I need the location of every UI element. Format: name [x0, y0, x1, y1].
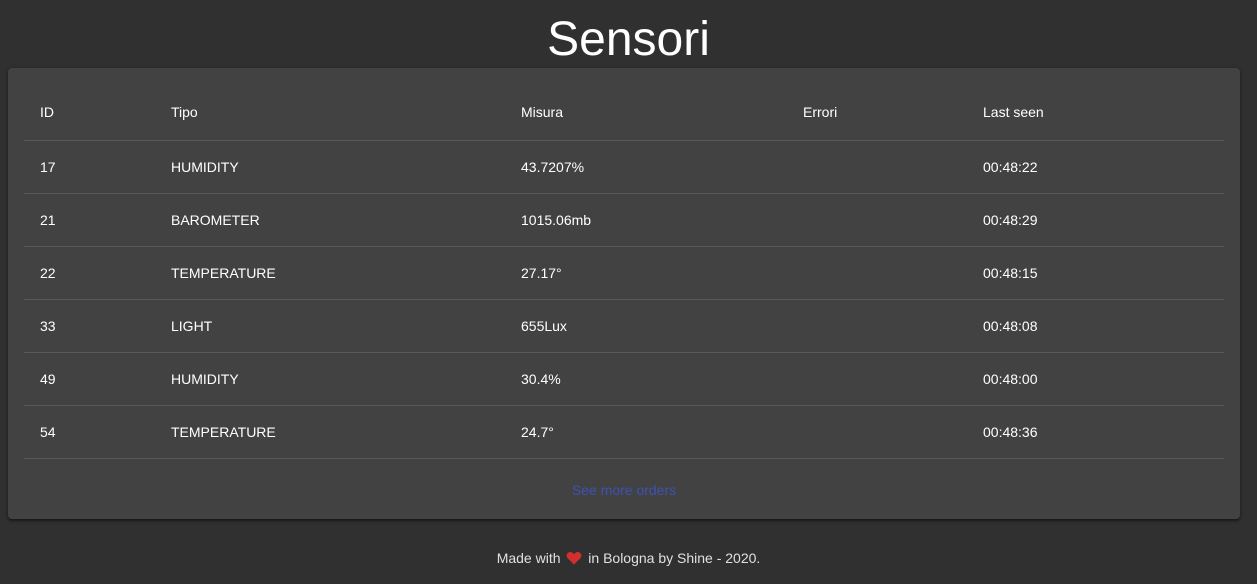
- cell-misura: 43.7207%: [505, 140, 787, 194]
- table-row: 33 LIGHT 655Lux 00:48:08: [24, 299, 1224, 353]
- cell-last-seen: 00:48:15: [967, 246, 1224, 300]
- footer-prefix: Made with: [496, 550, 561, 566]
- cell-id: 21: [24, 193, 155, 247]
- cell-last-seen: 00:48:22: [967, 140, 1224, 194]
- cell-misura: 27.17°: [505, 246, 787, 300]
- table-row: 21 BAROMETER 1015.06mb 00:48:29: [24, 193, 1224, 247]
- cell-errori: [787, 352, 967, 406]
- cell-errori: [787, 246, 967, 300]
- cell-last-seen: 00:48:29: [967, 193, 1224, 247]
- cell-id: 33: [24, 299, 155, 353]
- cell-last-seen: 00:48:00: [967, 352, 1224, 406]
- see-more-orders-link[interactable]: See more orders: [8, 482, 1240, 498]
- sensors-table: ID Tipo Misura Errori Last seen 17 HUMID…: [24, 84, 1224, 459]
- cell-tipo: TEMPERATURE: [155, 405, 505, 459]
- column-header-tipo: Tipo: [155, 84, 505, 141]
- cell-tipo: TEMPERATURE: [155, 246, 505, 300]
- table-row: 54 TEMPERATURE 24.7° 00:48:36: [24, 405, 1224, 459]
- cell-errori: [787, 299, 967, 353]
- sensors-card: ID Tipo Misura Errori Last seen 17 HUMID…: [8, 68, 1240, 519]
- cell-tipo: HUMIDITY: [155, 140, 505, 194]
- column-header-misura: Misura: [505, 84, 787, 141]
- cell-last-seen: 00:48:08: [967, 299, 1224, 353]
- footer-suffix: in Bologna by Shine - 2020.: [588, 550, 761, 566]
- heart-icon: [567, 551, 582, 565]
- cell-misura: 1015.06mb: [505, 193, 787, 247]
- table-header-row: ID Tipo Misura Errori Last seen: [24, 84, 1224, 141]
- page-title: Sensori: [547, 13, 710, 66]
- cell-errori: [787, 193, 967, 247]
- table-row: 49 HUMIDITY 30.4% 00:48:00: [24, 352, 1224, 406]
- cell-tipo: BAROMETER: [155, 193, 505, 247]
- table-row: 22 TEMPERATURE 27.17° 00:48:15: [24, 246, 1224, 300]
- cell-id: 17: [24, 140, 155, 194]
- footer: Made with in Bologna by Shine - 2020.: [0, 550, 1257, 566]
- cell-misura: 30.4%: [505, 352, 787, 406]
- cell-errori: [787, 405, 967, 459]
- cell-misura: 655Lux: [505, 299, 787, 353]
- cell-id: 54: [24, 405, 155, 459]
- cell-tipo: HUMIDITY: [155, 352, 505, 406]
- cell-tipo: LIGHT: [155, 299, 505, 353]
- cell-id: 22: [24, 246, 155, 300]
- cell-last-seen: 00:48:36: [967, 405, 1224, 459]
- column-header-last-seen: Last seen: [967, 84, 1224, 141]
- column-header-errori: Errori: [787, 84, 967, 141]
- cell-errori: [787, 140, 967, 194]
- column-header-id: ID: [24, 84, 155, 141]
- cell-misura: 24.7°: [505, 405, 787, 459]
- table-row: 17 HUMIDITY 43.7207% 00:48:22: [24, 140, 1224, 194]
- cell-id: 49: [24, 352, 155, 406]
